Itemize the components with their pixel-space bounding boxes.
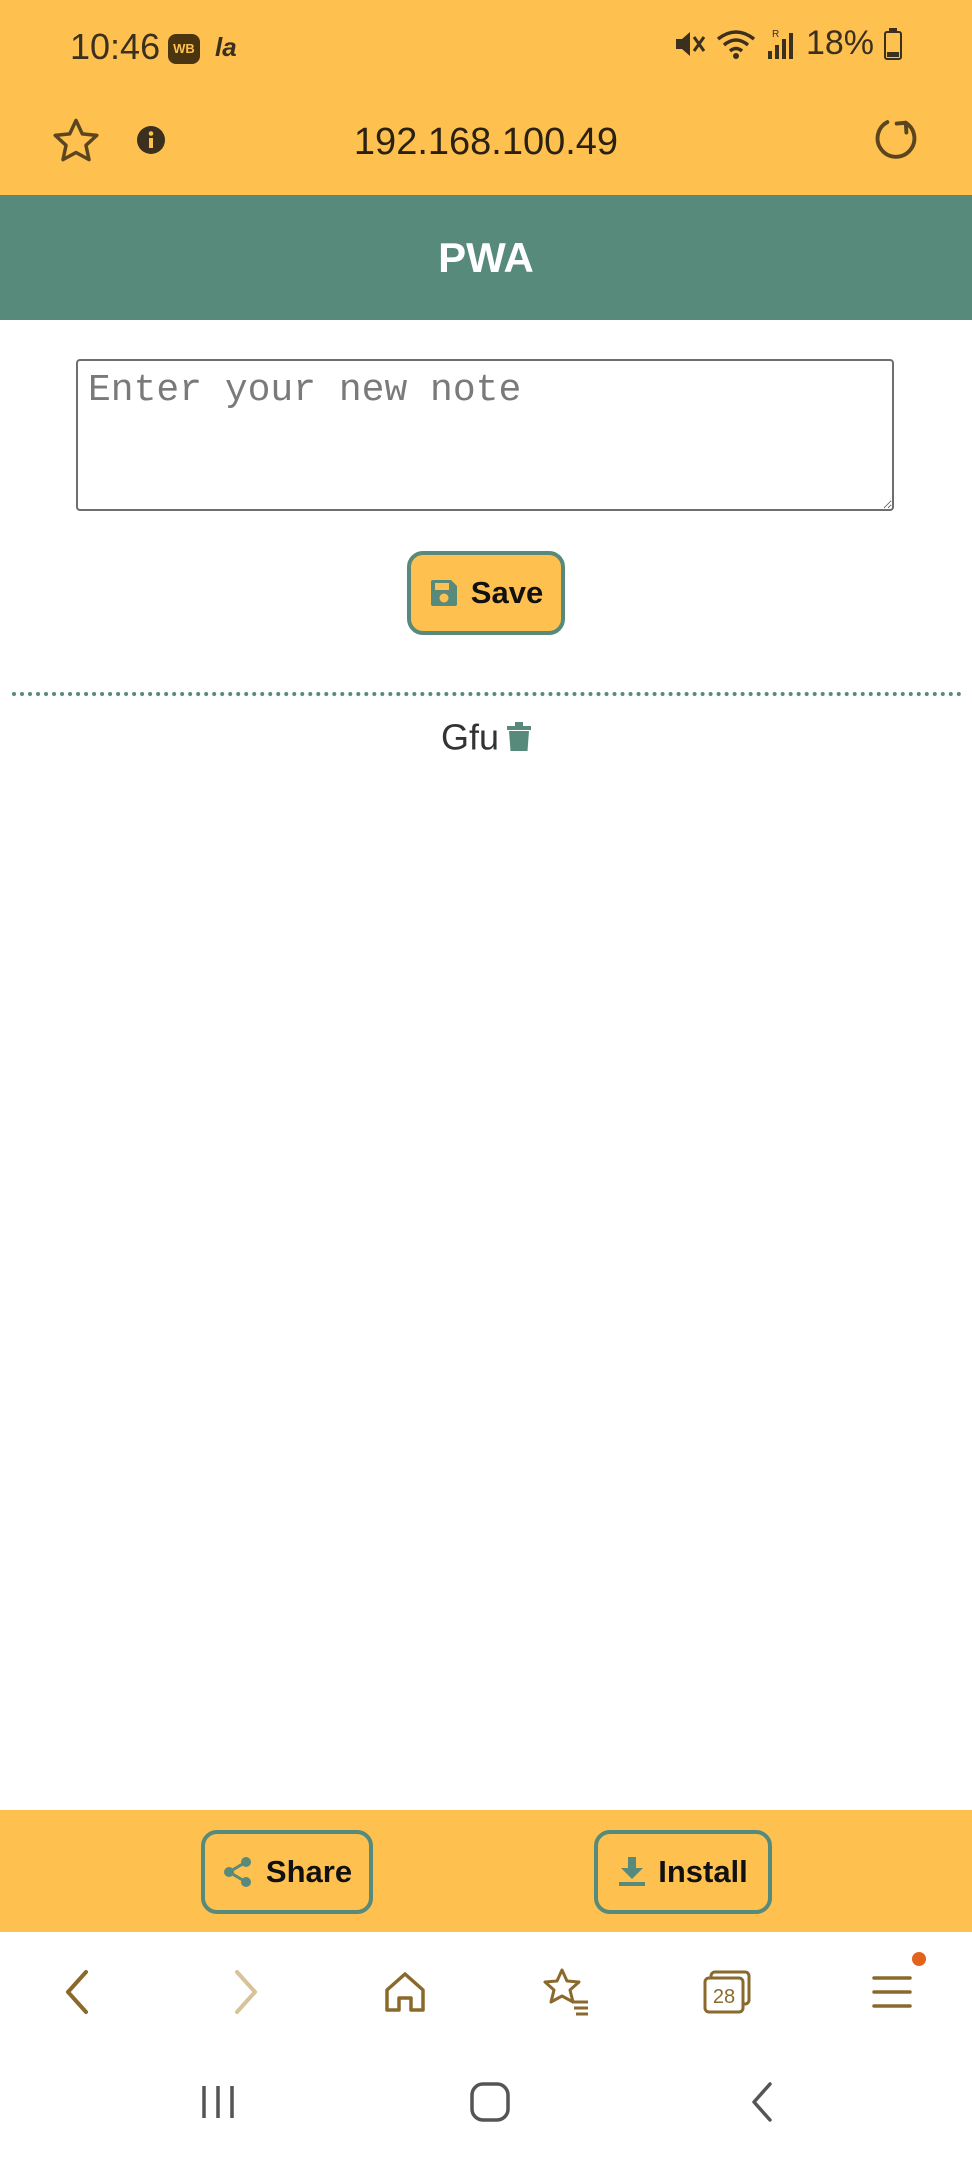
back-icon: [66, 1970, 88, 2014]
home-button[interactable]: [375, 1962, 435, 2022]
share-button[interactable]: Share: [201, 1830, 373, 1914]
forward-button[interactable]: [215, 1962, 275, 2022]
url-text[interactable]: 192.168.100.49: [0, 121, 972, 164]
download-icon: [619, 1857, 646, 1886]
back-nav-icon: [752, 2082, 772, 2122]
home-icon: [385, 1972, 425, 2012]
status-time: 10:46: [70, 26, 161, 67]
save-button-label: Save: [470, 575, 544, 610]
share-button-label: Share: [265, 1854, 353, 1889]
install-button-label: Install: [658, 1854, 748, 1889]
tabs-button[interactable]: 28: [697, 1962, 757, 2022]
wb-app-icon: WB: [168, 34, 200, 64]
bookmarks-button[interactable]: [536, 1962, 596, 2022]
forward-icon: [235, 1970, 257, 2014]
reload-icon[interactable]: [870, 113, 922, 165]
battery-icon: [884, 27, 902, 60]
divider: [12, 692, 962, 696]
status-bar: 10:46 WB la R 18%: [0, 0, 972, 95]
note-text: Gfu: [440, 716, 500, 758]
status-icons: R 18%: [672, 24, 902, 63]
note-input[interactable]: [76, 359, 894, 511]
wifi-icon: [716, 29, 756, 59]
trash-icon[interactable]: [507, 722, 532, 752]
floppy-disk-icon: [430, 580, 457, 606]
back-nav-button[interactable]: [732, 2072, 792, 2132]
install-button[interactable]: Install: [594, 1830, 772, 1914]
menu-icon: [872, 1976, 912, 2008]
bookmarks-icon: [543, 1968, 588, 2016]
back-button[interactable]: [48, 1962, 108, 2022]
home-nav-button[interactable]: [460, 2072, 520, 2132]
signal-icon: R: [767, 29, 793, 59]
share-icon: [223, 1857, 251, 1887]
notification-dot: [912, 1952, 926, 1966]
svg-text:R: R: [772, 29, 779, 40]
save-button[interactable]: Save: [407, 551, 565, 635]
battery-percent: 18%: [805, 24, 874, 62]
tabs-icon: 28: [703, 1970, 751, 2014]
home-nav-icon: [470, 2082, 510, 2122]
browser-url-bar: 192.168.100.49: [0, 95, 972, 195]
bottom-bar: Share Install: [0, 1810, 972, 1932]
recent-apps-icon: [202, 2086, 234, 2118]
la-app-icon: la: [215, 32, 237, 62]
page-title: PWA: [0, 195, 972, 320]
browser-toolbar: 28: [0, 1932, 972, 2044]
recent-apps-button[interactable]: [188, 2072, 248, 2132]
mute-icon: [675, 31, 706, 56]
list-item: Gfu: [0, 714, 972, 758]
menu-button[interactable]: [862, 1962, 922, 2022]
system-nav-bar: [0, 2044, 972, 2160]
tab-count: 28: [713, 1986, 735, 2008]
